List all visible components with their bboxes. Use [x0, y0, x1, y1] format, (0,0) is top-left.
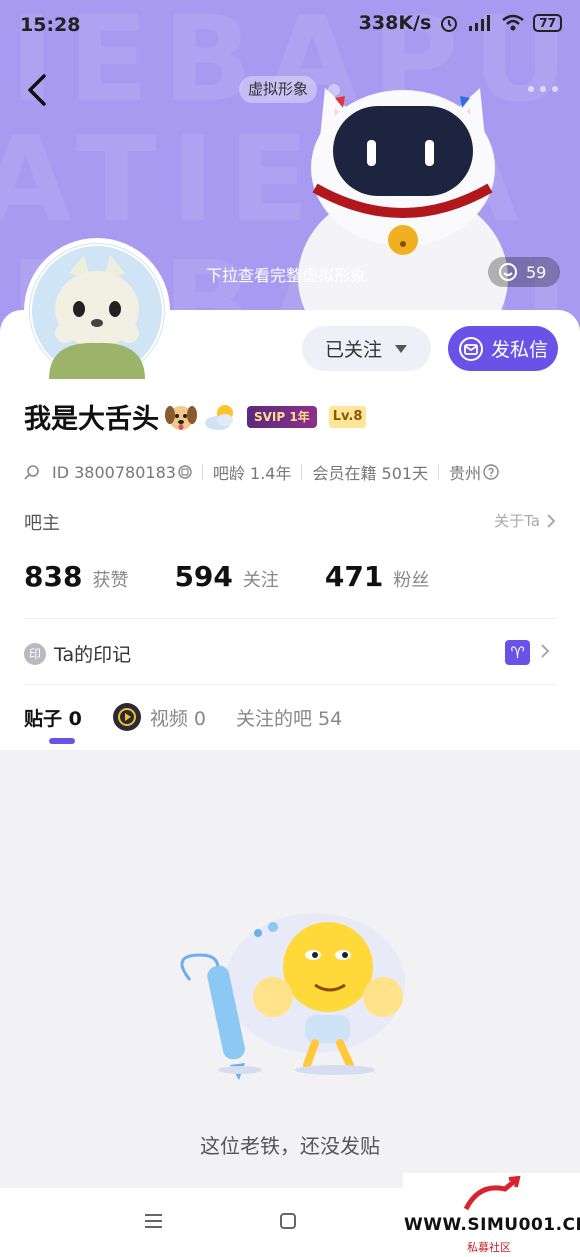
avatar-image: [29, 243, 165, 379]
menu-icon[interactable]: [145, 1214, 162, 1228]
home-icon[interactable]: [280, 1213, 296, 1229]
about-link[interactable]: 关于Ta: [494, 510, 556, 531]
following-label: 已关注: [324, 339, 382, 361]
avatar-likes-button[interactable]: 59: [488, 257, 560, 287]
stats-row: 838 获赞 594 关注 471 粉丝: [24, 560, 475, 593]
stat-likes[interactable]: 838 获赞: [24, 560, 128, 593]
profile-page: IEBAPU ATIEBA IEBAPU 15:28 338K/s 77 虚拟形…: [0, 0, 580, 1257]
copy-icon[interactable]: [178, 465, 192, 479]
battery-level: 77: [539, 16, 556, 30]
svip-badge[interactable]: SVIP 1年: [247, 405, 317, 428]
role-label: 吧主: [24, 513, 60, 534]
chevron-right-icon: [547, 513, 556, 528]
battery-icon: 77: [533, 14, 562, 32]
stat-label: 关注: [242, 570, 279, 591]
dog-emoji-icon: [165, 405, 197, 430]
likes-count: 59: [526, 262, 547, 282]
mail-icon: [458, 336, 483, 361]
active-tab-indicator: [49, 738, 75, 744]
username-row: 我是大舌头 SVIP 1年 Lv.8: [24, 397, 367, 436]
signal-icon: [469, 15, 491, 31]
stat-label: 粉丝: [393, 570, 430, 591]
watermark-url: WWW.SIMU001.CN: [404, 1215, 580, 1235]
virtual-avatar-mascot[interactable]: [285, 68, 520, 338]
status-time: 15:28: [20, 14, 81, 36]
user-id[interactable]: ID 3800780183: [52, 463, 176, 482]
caret-down-icon: [395, 344, 407, 353]
following-button[interactable]: 已关注: [302, 326, 431, 371]
divider: [24, 618, 556, 619]
back-arrow-icon[interactable]: [22, 70, 58, 110]
content-tabs: 贴子 0 视频 0 关注的吧 54: [24, 702, 372, 732]
video-play-icon: [112, 703, 141, 731]
tab-posts[interactable]: 贴子 0: [24, 704, 82, 731]
send-message-label: 发私信: [490, 339, 548, 361]
stat-value: 838: [24, 560, 83, 593]
level-badge[interactable]: Lv.8: [328, 405, 367, 428]
smile-icon: [499, 263, 517, 281]
stat-fans[interactable]: 471 粉丝: [325, 560, 429, 593]
watermark-subtitle: 私募社区: [467, 1241, 511, 1254]
chevron-right-icon[interactable]: [540, 641, 550, 661]
stat-value: 594: [174, 560, 233, 593]
username: 我是大舌头: [24, 404, 159, 435]
imprint-label: Ta的印记: [54, 644, 132, 666]
stat-label: 获赞: [92, 570, 129, 591]
tab-label: 贴子 0: [24, 707, 82, 730]
alarm-icon: [441, 16, 458, 32]
stat-following[interactable]: 594 关注: [174, 560, 278, 593]
imprint-icon: 印: [24, 642, 46, 665]
imprint-row[interactable]: 印 Ta的印记: [24, 640, 131, 667]
send-message-button[interactable]: 发私信: [448, 326, 558, 371]
location: 贵州: [449, 464, 482, 483]
bar-age: 吧龄 1.4年: [212, 464, 292, 483]
profile-meta-row: ID 3800780183 吧龄 1.4年 会员在籍 501天 贵州: [24, 460, 499, 484]
sun-cloud-icon: [205, 404, 233, 430]
empty-state-message: 这位老铁，还没发贴: [200, 1134, 380, 1158]
about-label: 关于Ta: [494, 512, 540, 530]
divider: [24, 684, 556, 685]
wifi-icon: [502, 14, 525, 31]
tab-videos[interactable]: 视频 0: [112, 702, 206, 732]
avatar[interactable]: [24, 238, 170, 384]
stat-value: 471: [324, 560, 384, 593]
tab-label: 关注的吧 54: [235, 707, 343, 730]
empty-state-illustration: [180, 913, 405, 1080]
virtual-avatar-chip[interactable]: 虚拟形象: [239, 76, 318, 103]
search-icon: [24, 465, 39, 480]
watermark-logo: [463, 1175, 521, 1211]
more-options-icon[interactable]: [528, 86, 558, 92]
chip-indicator-dot: [328, 84, 340, 96]
tab-followed-bars[interactable]: 关注的吧 54: [236, 704, 342, 731]
aries-zodiac-icon[interactable]: ♈: [505, 640, 530, 665]
member-days: 会员在籍 501天: [312, 464, 429, 483]
pull-down-hint: 下拉查看完整虚拟形象: [206, 266, 367, 285]
status-bar: 15:28 338K/s 77: [0, 0, 580, 50]
tab-label: 视频 0: [149, 707, 206, 730]
network-speed: 338K/s: [358, 12, 432, 34]
help-icon[interactable]: [483, 464, 499, 480]
